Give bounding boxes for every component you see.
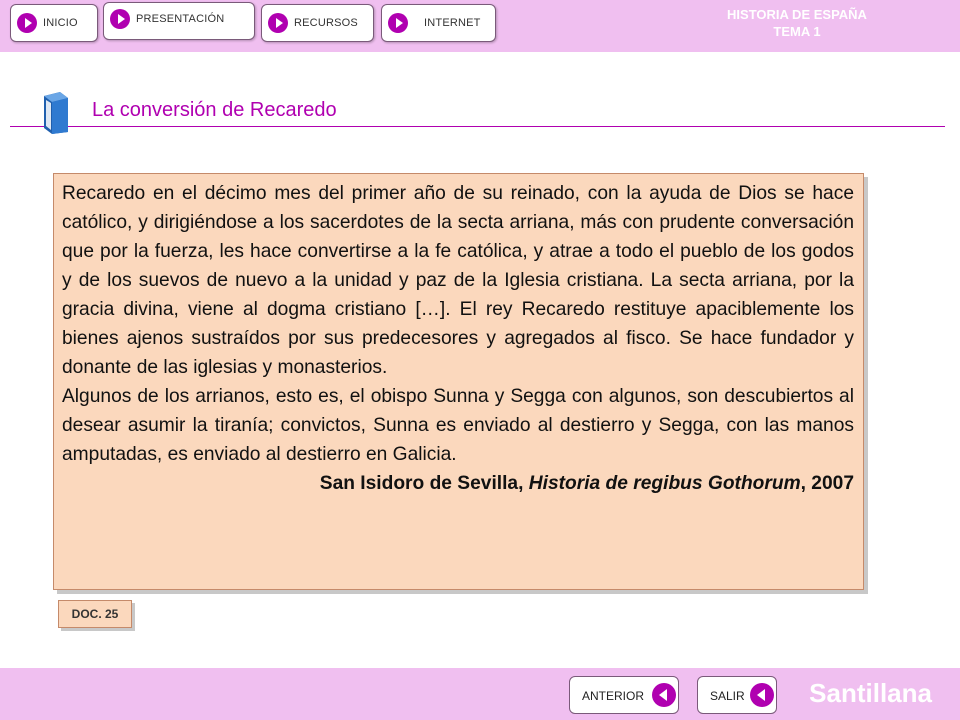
nav-presentacion-label: PRESENTACIÓN	[136, 13, 225, 25]
play-arrow-icon	[388, 13, 408, 33]
nav-inicio-label: INICIO	[43, 17, 78, 29]
document-paragraph-2: Algunos de los arrianos, esto es, el obi…	[62, 386, 854, 465]
nav-recursos-label: RECURSOS	[294, 17, 358, 29]
exit-button-label: SALIR	[710, 689, 745, 703]
previous-button-label: ANTERIOR	[582, 689, 645, 703]
header-title-line2: TEMA 1	[773, 24, 821, 39]
document-paragraph-1: Recaredo en el décimo mes del primer año…	[62, 183, 854, 378]
page-title: La conversión de Recaredo	[92, 99, 337, 121]
top-nav-bar: INICIO PRESENTACIÓN RECURSOS INTERNET HI…	[0, 0, 960, 52]
document-text: Recaredo en el décimo mes del primer año…	[62, 179, 854, 498]
play-arrow-icon	[110, 9, 130, 29]
attribution-author: San Isidoro de Sevilla,	[319, 473, 529, 494]
nav-inicio-button[interactable]: INICIO	[10, 4, 98, 42]
previous-button[interactable]: ANTERIOR	[569, 676, 679, 714]
brand-logo: Santillana	[809, 678, 932, 708]
play-arrow-icon	[268, 13, 288, 33]
exit-button[interactable]: SALIR	[697, 676, 777, 714]
book-icon	[44, 92, 68, 134]
nav-recursos-button[interactable]: RECURSOS	[261, 4, 374, 42]
title-row: La conversión de Recaredo	[10, 86, 945, 134]
header-title: HISTORIA DE ESPAÑA TEMA 1	[722, 6, 872, 40]
nav-internet-label: INTERNET	[424, 17, 481, 29]
bottom-nav-bar: ANTERIOR SALIR Santillana	[0, 668, 960, 720]
nav-internet-button[interactable]: INTERNET	[381, 4, 496, 42]
attribution-work: Historia de regibus Gothorum	[528, 473, 801, 494]
document-attribution: San Isidoro de Sevilla, Historia de regi…	[62, 469, 854, 498]
back-arrow-icon	[750, 683, 774, 707]
header-title-line1: HISTORIA DE ESPAÑA	[727, 7, 867, 22]
attribution-year: , 2007	[800, 473, 854, 494]
back-arrow-icon	[652, 683, 676, 707]
doc-number-badge: DOC. 25	[58, 600, 132, 628]
play-arrow-icon	[17, 13, 37, 33]
nav-presentacion-button[interactable]: PRESENTACIÓN	[103, 2, 255, 40]
document-quote-box: Recaredo en el décimo mes del primer año…	[53, 173, 864, 590]
